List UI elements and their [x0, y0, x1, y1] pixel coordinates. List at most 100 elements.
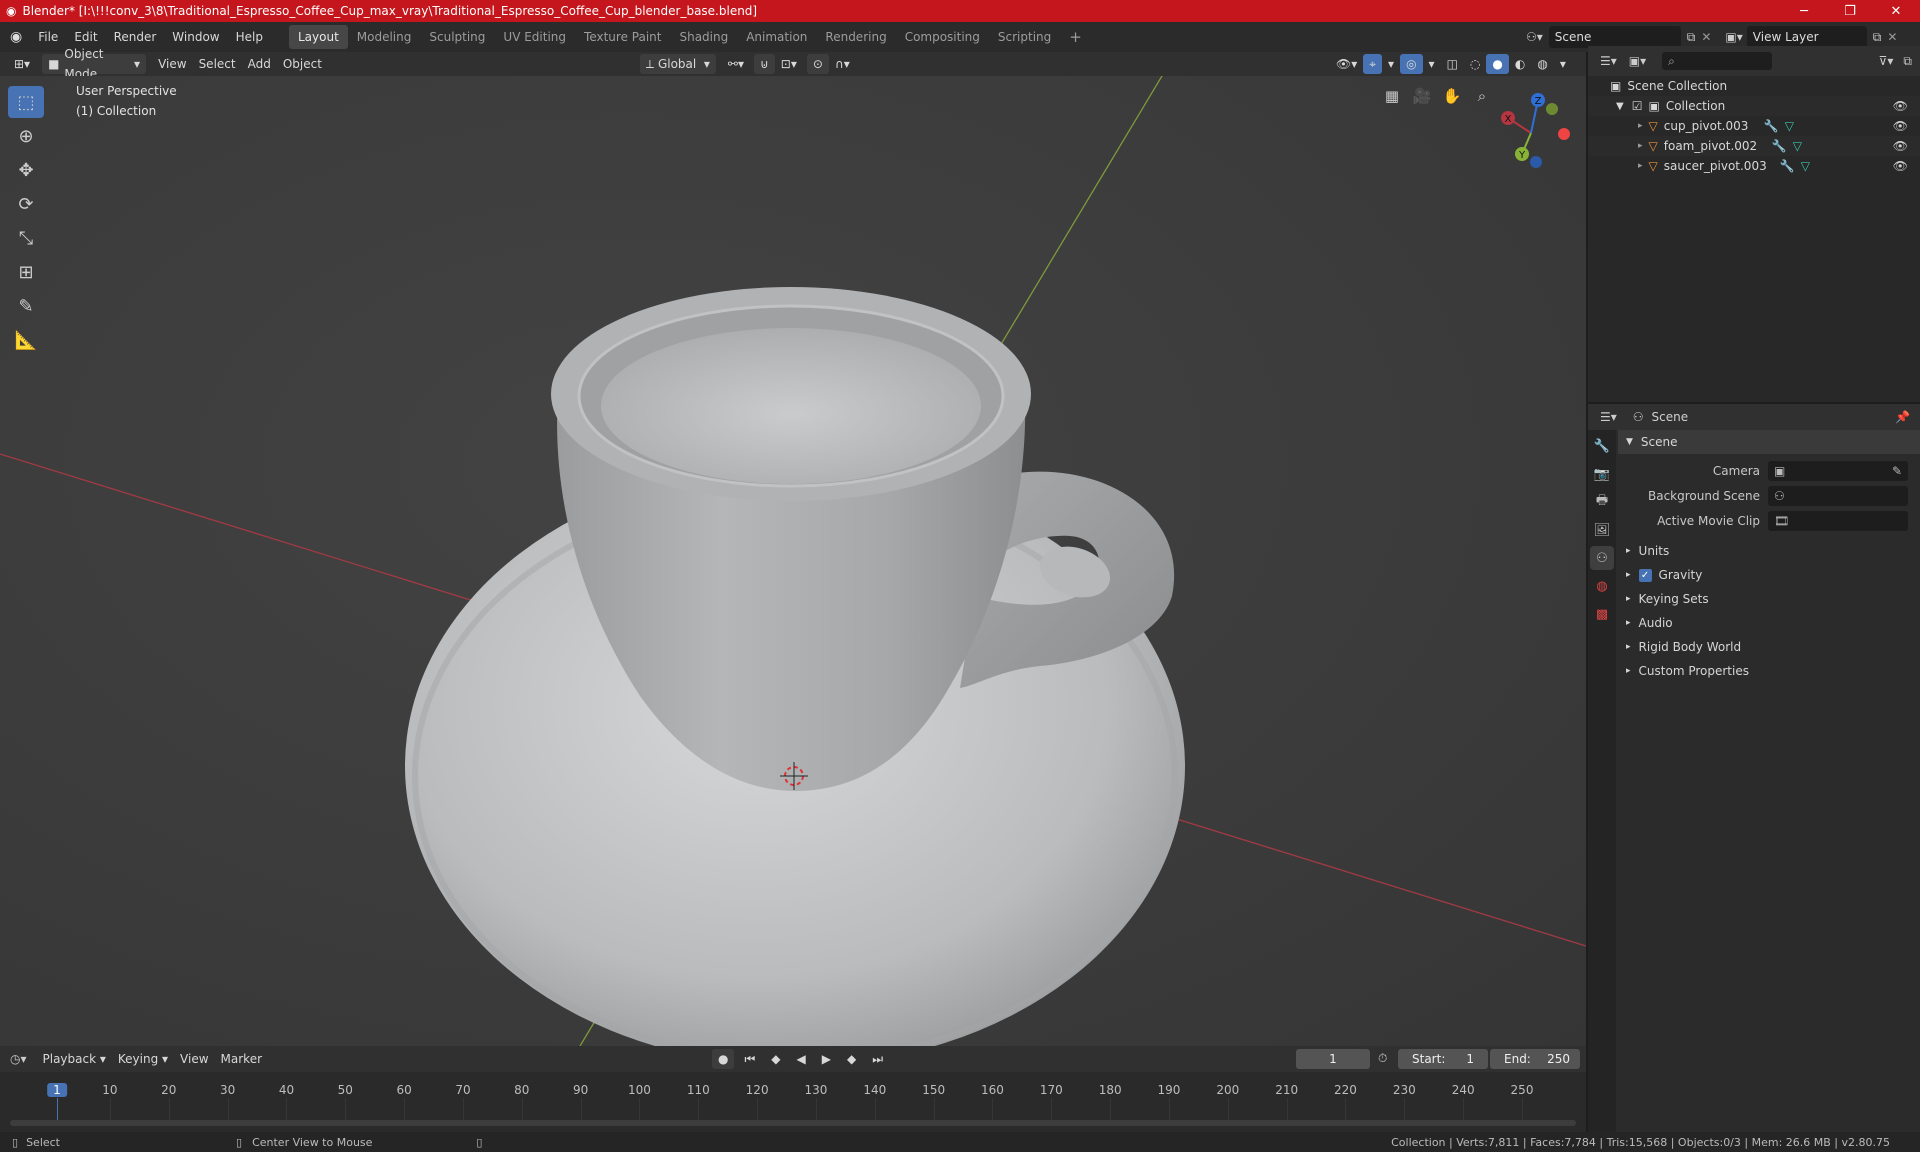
units-panel-header[interactable]: ▸ Units [1618, 539, 1920, 563]
display-mode-icon[interactable]: ▣▾ [1629, 54, 1646, 68]
scale-tool-icon[interactable]: ⤡ [8, 222, 44, 254]
maximize-button[interactable]: ❐ [1828, 0, 1872, 22]
transform-orientation-dropdown[interactable]: ⟂ Global ▾ [639, 54, 716, 74]
filter-icon[interactable]: ⊽▾ [1879, 54, 1894, 68]
tab-modeling[interactable]: Modeling [348, 25, 421, 49]
menu-window[interactable]: Window [164, 25, 227, 49]
gizmo-toggle-icon[interactable]: ⌖ [1363, 54, 1383, 74]
outliner-row-collection[interactable]: ▼ ☑ ▣ Collection 👁 [1588, 96, 1920, 116]
cursor-tool-icon[interactable]: ⊕ [8, 120, 44, 152]
move-tool-icon[interactable]: ✥ [8, 154, 44, 186]
expand-arrow-icon[interactable]: ▸ [1638, 161, 1643, 171]
overlays-dropdown-icon[interactable]: ▾ [1423, 54, 1441, 74]
blender-menu-icon[interactable]: ◉ [0, 29, 30, 45]
modifier-icon[interactable]: 🔧 [1764, 119, 1779, 133]
tab-uv-editing[interactable]: UV Editing [494, 25, 575, 49]
keying-sets-panel-header[interactable]: ▸ Keying Sets [1618, 587, 1920, 611]
gravity-checkbox[interactable]: ✓ [1638, 568, 1652, 582]
new-scene-icon[interactable]: ⧉ [1687, 30, 1696, 45]
mesh-data-icon[interactable]: ▽ [1785, 119, 1794, 133]
timeline-scrollbar[interactable] [10, 1120, 1576, 1126]
minimize-button[interactable]: ─ [1782, 0, 1826, 22]
outliner-search-input[interactable]: ⌕ [1662, 52, 1773, 70]
mesh-data-icon[interactable]: ▽ [1793, 139, 1802, 153]
overlays-toggle-icon[interactable]: ◎ [1400, 54, 1423, 74]
new-collection-icon[interactable]: ⧉ [1903, 54, 1912, 69]
render-tab-icon[interactable]: 📷 [1590, 462, 1614, 486]
solid-shading-icon[interactable]: ● [1486, 54, 1509, 74]
gizmo-neg-x-icon[interactable] [1558, 128, 1570, 140]
texture-tab-icon[interactable]: ▩ [1590, 602, 1614, 626]
modifier-icon[interactable]: 🔧 [1772, 139, 1787, 153]
eyedropper-icon[interactable]: ✎ [1892, 464, 1902, 478]
visibility-filter-icon[interactable]: 👁▾ [1330, 54, 1363, 74]
custom-properties-panel-header[interactable]: ▸ Custom Properties [1618, 659, 1920, 683]
outliner-row-scene-collection[interactable]: ▣ Scene Collection [1588, 76, 1920, 96]
tab-layout[interactable]: Layout [288, 25, 348, 49]
view-layer-tab-icon[interactable]: 🖼 [1590, 518, 1614, 542]
menu-select[interactable]: Select [193, 54, 242, 74]
add-workspace-button[interactable]: + [1060, 25, 1091, 49]
viewport-scene[interactable] [0, 76, 1586, 1046]
menu-view[interactable]: View [152, 54, 192, 74]
tab-sculpting[interactable]: Sculpting [420, 25, 494, 49]
pan-view-icon[interactable]: ✋ [1438, 82, 1466, 110]
object-mode-dropdown[interactable]: ■ Object Mode ▾ [42, 47, 147, 81]
world-tab-icon[interactable]: ◍ [1590, 574, 1614, 598]
xray-toggle-icon[interactable]: ◫ [1441, 54, 1464, 74]
tool-tab-icon[interactable]: 🔧 [1590, 434, 1614, 458]
menu-object[interactable]: Object [277, 54, 328, 74]
menu-help[interactable]: Help [228, 25, 271, 49]
expand-arrow-icon[interactable]: ▸ [1638, 141, 1643, 151]
output-tab-icon[interactable]: 🖶 [1590, 490, 1614, 514]
scene-tab-icon[interactable]: ⚇ [1590, 546, 1614, 570]
snap-toggle-icon[interactable]: ⊍ [754, 54, 775, 74]
pin-icon[interactable]: 📌 [1895, 410, 1910, 424]
visibility-eye-icon[interactable]: 👁 [1893, 119, 1908, 133]
tab-rendering[interactable]: Rendering [816, 25, 895, 49]
active-movie-clip-field[interactable]: 🎞 [1768, 510, 1908, 531]
3d-viewport[interactable]: User Perspective (1) Collection ▦ 🎥 ✋ ⌕ … [0, 76, 1586, 1046]
rendered-shading-icon[interactable]: ◍ [1531, 54, 1553, 74]
proportional-edit-icon[interactable]: ⊙ [806, 54, 829, 74]
tab-shading[interactable]: Shading [670, 25, 737, 49]
proportional-falloff-icon[interactable]: ∩▾ [829, 54, 856, 74]
gizmo-dropdown-icon[interactable]: ▾ [1382, 54, 1400, 74]
rigid-body-world-panel-header[interactable]: ▸ Rigid Body World [1618, 635, 1920, 659]
gizmo-neg-y-icon[interactable] [1546, 103, 1558, 115]
expand-arrow-icon[interactable]: ▸ [1638, 121, 1643, 131]
visibility-eye-icon[interactable]: 👁 [1893, 99, 1908, 113]
properties-editor-type-icon[interactable]: ☰▾ [1600, 410, 1617, 424]
visibility-eye-icon[interactable]: 👁 [1893, 159, 1908, 173]
outliner-editor-type-icon[interactable]: ☰▾ [1600, 54, 1617, 68]
toggle-grid-view-icon[interactable]: ▦ [1378, 82, 1406, 110]
outliner-row-object[interactable]: ▸ ▽ saucer_pivot.003 🔧 ▽ 👁 [1588, 156, 1920, 176]
rotate-tool-icon[interactable]: ⟳ [8, 188, 44, 220]
tab-scripting[interactable]: Scripting [989, 25, 1060, 49]
camera-field[interactable]: ▣ ✎ [1768, 460, 1908, 481]
view-layer-icon[interactable]: ▣▾ [1725, 30, 1742, 44]
modifier-icon[interactable]: 🔧 [1780, 159, 1795, 173]
close-button[interactable]: ✕ [1874, 0, 1918, 22]
outliner-row-object[interactable]: ▸ ▽ foam_pivot.002 🔧 ▽ 👁 [1588, 136, 1920, 156]
audio-panel-header[interactable]: ▸ Audio [1618, 611, 1920, 635]
collection-checkbox[interactable]: ☑ [1632, 99, 1643, 113]
new-view-layer-icon[interactable]: ⧉ [1873, 30, 1882, 45]
visibility-eye-icon[interactable]: 👁 [1893, 139, 1908, 153]
delete-view-layer-icon[interactable]: ✕ [1887, 30, 1897, 44]
transform-tool-icon[interactable]: ⊞ [8, 256, 44, 288]
view-layer-field[interactable]: View Layer [1746, 26, 1867, 48]
navigation-gizmo[interactable]: X Z Y [1486, 88, 1576, 178]
outliner-row-object[interactable]: ▸ ▽ cup_pivot.003 🔧 ▽ 👁 [1588, 116, 1920, 136]
menu-add[interactable]: Add [242, 54, 277, 74]
expand-arrow-icon[interactable]: ▼ [1616, 101, 1624, 112]
gizmo-neg-z-icon[interactable] [1530, 156, 1542, 168]
background-scene-field[interactable]: ⚇ [1768, 485, 1908, 506]
scene-field[interactable]: Scene [1548, 26, 1681, 48]
foam-mesh[interactable] [601, 328, 981, 484]
editor-type-icon[interactable]: ⊞▾ [8, 54, 36, 74]
camera-view-icon[interactable]: 🎥 [1408, 82, 1436, 110]
delete-scene-icon[interactable]: ✕ [1701, 30, 1711, 44]
wireframe-shading-icon[interactable]: ◌ [1464, 54, 1486, 74]
tab-texture-paint[interactable]: Texture Paint [575, 25, 670, 49]
